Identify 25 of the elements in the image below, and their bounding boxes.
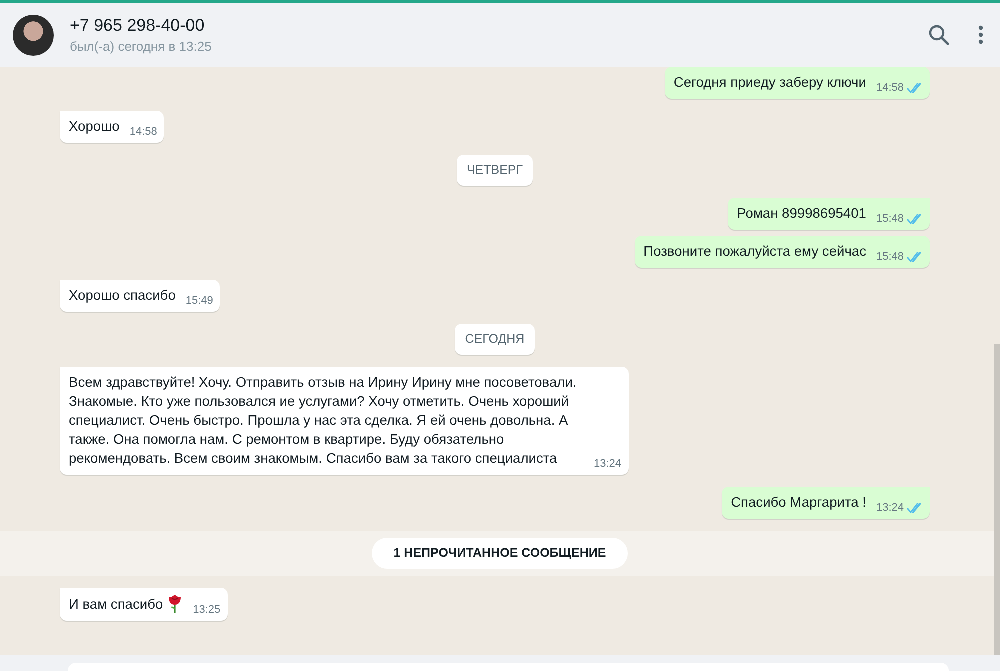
message-time: 15:48 <box>876 250 904 265</box>
last-seen-status: был(-а) сегодня в 13:25 <box>70 39 212 54</box>
message-text: И вам спасибо <box>69 596 164 614</box>
message-text: Всем здравствуйте! Хочу. Отправить отзыв на Ирину Ирину мне посоветовали. Знакомые. Кто уже пользовался ие услугами? Хочу отметить. Очень хороший специалист. Очень быстро. Прошла у нас эта сделка. Я ей очень довольна. А также. Она помогла нам. С ремонтом в квартире. Буду обязательно рекомендовать. Всем своим знакомым. Спасибо вам за такого специалиста <box>69 374 578 468</box>
message-text: Спасибо Маргарита ! <box>731 494 866 512</box>
message-time: 14:58 <box>130 125 158 140</box>
contact-name: +7 965 298-40-00 <box>70 16 205 36</box>
message-time: 15:48 <box>876 212 904 227</box>
date-divider-label: ЧЕТВЕРГ <box>456 155 534 186</box>
message-time: 15:49 <box>186 294 214 309</box>
message-time: 13:24 <box>594 457 622 472</box>
message-time: 14:58 <box>876 81 904 96</box>
message-time: 13:25 <box>193 603 221 618</box>
search-icon[interactable] <box>928 24 950 46</box>
message-text: Хорошо <box>69 118 120 136</box>
unread-count-label: 1 НЕПРОЧИТАННОЕ СООБЩЕНИЕ <box>372 538 628 569</box>
menu-icon[interactable] <box>978 25 984 45</box>
scrollbar-thumb[interactable] <box>994 344 1000 655</box>
message-text: Сегодня приеду заберу ключи <box>674 74 866 92</box>
message-text: Хорошо спасибо <box>69 287 176 305</box>
message-time: 13:24 <box>876 501 904 516</box>
contact-avatar[interactable] <box>13 14 54 56</box>
date-divider-label: СЕГОДНЯ <box>455 324 535 355</box>
message-text: Позвоните пожалуйста ему сейчас <box>644 243 866 261</box>
message-text: Роман 89998695401 <box>737 205 866 223</box>
